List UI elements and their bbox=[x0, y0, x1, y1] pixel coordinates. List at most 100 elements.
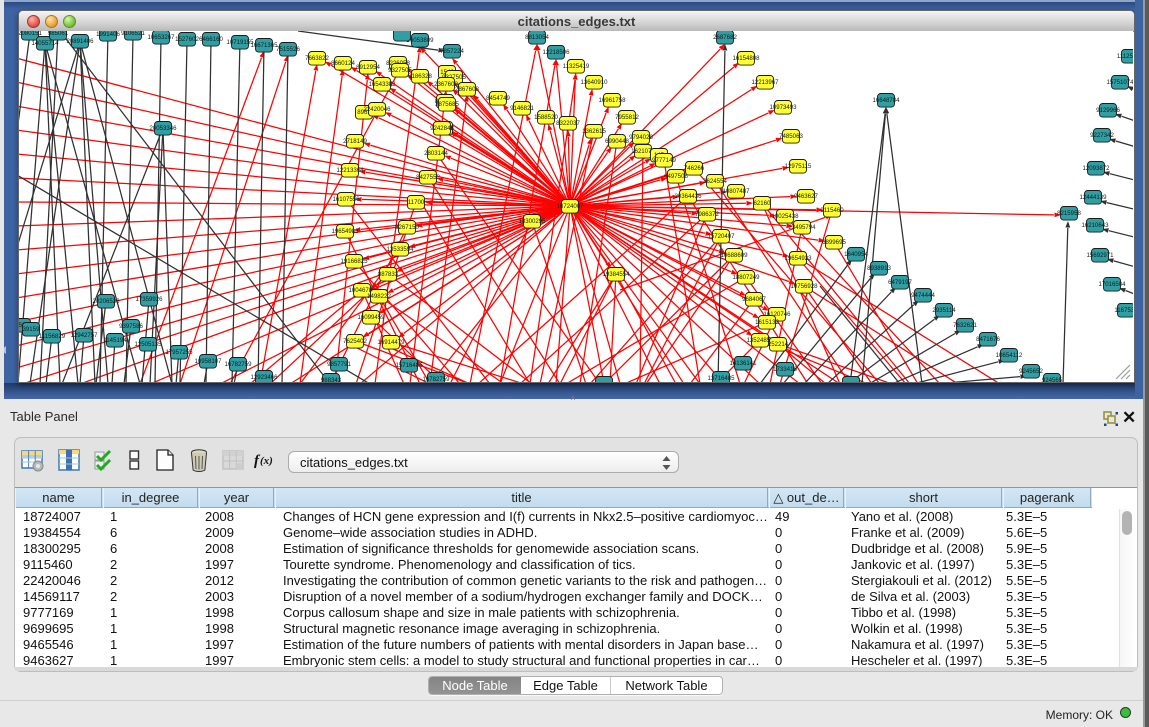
svg-text:6466160: 6466160 bbox=[199, 36, 223, 43]
svg-text:2867608: 2867608 bbox=[455, 86, 479, 93]
svg-text:17359926: 17359926 bbox=[135, 296, 163, 303]
svg-text:18807249: 18807249 bbox=[732, 274, 760, 281]
svg-text:10654112: 10654112 bbox=[996, 352, 1023, 359]
svg-text:10756928: 10756928 bbox=[790, 283, 818, 290]
svg-text:746266: 746266 bbox=[684, 165, 705, 172]
svg-text:8938913: 8938913 bbox=[867, 265, 891, 272]
svg-text:12923466: 12923466 bbox=[250, 374, 278, 381]
svg-text:39159: 39159 bbox=[23, 326, 41, 333]
svg-text:9684067: 9684067 bbox=[742, 296, 766, 303]
svg-text:9106521: 9106521 bbox=[121, 31, 145, 37]
svg-text:8454749: 8454749 bbox=[486, 95, 510, 102]
svg-text:16782759: 16782759 bbox=[224, 361, 252, 368]
svg-text:16648784: 16648784 bbox=[872, 97, 900, 104]
svg-text:15720407: 15720407 bbox=[707, 233, 735, 240]
svg-text:19166825: 19166825 bbox=[340, 258, 368, 265]
svg-text:10025438: 10025438 bbox=[771, 213, 799, 220]
svg-text:12213967: 12213967 bbox=[751, 79, 779, 86]
svg-text:6990448: 6990448 bbox=[605, 138, 629, 145]
svg-text:11325419: 11325419 bbox=[563, 63, 590, 70]
svg-text:1498222: 1498222 bbox=[367, 293, 391, 300]
svg-text:16210643: 16210643 bbox=[1081, 222, 1109, 229]
svg-text:8186328: 8186328 bbox=[408, 73, 432, 80]
svg-text:20364436: 20364436 bbox=[674, 193, 702, 200]
svg-text:1733416: 1733416 bbox=[773, 366, 797, 373]
svg-text:11125419: 11125419 bbox=[1117, 53, 1133, 60]
svg-text:15751074: 15751074 bbox=[1106, 79, 1133, 86]
svg-text:16154808: 16154808 bbox=[732, 55, 760, 62]
svg-text:17957255: 17957255 bbox=[165, 349, 193, 356]
svg-text:16782759: 16782759 bbox=[422, 376, 450, 382]
svg-text:9397586: 9397586 bbox=[119, 323, 143, 330]
svg-text:9227342: 9227342 bbox=[1090, 132, 1114, 139]
svg-text:1167533: 1167533 bbox=[1114, 307, 1133, 314]
svg-text:8215958: 8215958 bbox=[1057, 210, 1081, 217]
svg-text:10653267: 10653267 bbox=[147, 34, 175, 41]
svg-text:1362615: 1362615 bbox=[582, 128, 606, 135]
svg-text:887833: 887833 bbox=[378, 271, 399, 278]
svg-text:12505135: 12505135 bbox=[134, 341, 162, 348]
svg-text:12218506: 12218506 bbox=[542, 49, 570, 56]
svg-text:19654923: 19654923 bbox=[784, 255, 812, 262]
svg-text:62160: 62160 bbox=[754, 200, 772, 207]
svg-text:18724007: 18724007 bbox=[556, 203, 584, 210]
svg-text:12975115: 12975115 bbox=[785, 163, 812, 170]
svg-text:10973493: 10973493 bbox=[769, 104, 797, 111]
svg-text:12444139: 12444139 bbox=[1079, 194, 1107, 201]
svg-text:20053346: 20053346 bbox=[149, 125, 177, 132]
svg-text:2935114: 2935114 bbox=[932, 307, 956, 314]
svg-text:2718149: 2718149 bbox=[343, 138, 367, 145]
svg-text:13640910: 13640910 bbox=[580, 79, 608, 86]
svg-text:19384554: 19384554 bbox=[602, 271, 630, 278]
svg-text:15692971: 15692971 bbox=[1086, 252, 1114, 259]
svg-text:985061: 985061 bbox=[48, 31, 69, 37]
svg-text:15716485: 15716485 bbox=[395, 362, 423, 369]
svg-text:6497508: 6497508 bbox=[664, 173, 688, 180]
svg-text:11700: 11700 bbox=[408, 199, 425, 206]
svg-text:20891406: 20891406 bbox=[66, 38, 94, 45]
svg-text:988343: 988343 bbox=[321, 377, 342, 382]
svg-text:13533594: 13533594 bbox=[386, 246, 414, 253]
svg-text:16543382: 16543382 bbox=[368, 81, 396, 88]
svg-text:11156829: 11156829 bbox=[39, 333, 66, 340]
svg-text:12942757: 12942757 bbox=[70, 332, 98, 339]
svg-text:2687682: 2687682 bbox=[713, 34, 737, 41]
svg-text:1588520: 1588520 bbox=[534, 114, 558, 121]
svg-text:7515526: 7515526 bbox=[276, 46, 300, 53]
svg-text:17016504: 17016504 bbox=[1098, 281, 1126, 288]
svg-text:9463627: 9463627 bbox=[794, 193, 818, 200]
svg-text:19654983: 19654983 bbox=[331, 228, 359, 235]
svg-text:2803144: 2803144 bbox=[424, 150, 448, 157]
svg-text:7485063: 7485063 bbox=[779, 133, 803, 140]
svg-text:9474444: 9474444 bbox=[911, 292, 935, 299]
svg-text:18300295: 18300295 bbox=[518, 218, 546, 225]
svg-text:12093872: 12093872 bbox=[1082, 165, 1110, 172]
svg-text:16671365: 16671365 bbox=[250, 42, 278, 49]
svg-text:8267150: 8267150 bbox=[395, 224, 419, 231]
svg-text:1640954: 1640954 bbox=[844, 251, 868, 258]
svg-text:7625402: 7625402 bbox=[343, 338, 367, 345]
svg-text:16914479: 16914479 bbox=[377, 339, 405, 346]
svg-text:7857224: 7857224 bbox=[440, 48, 464, 55]
svg-text:1615132: 1615132 bbox=[755, 319, 779, 326]
svg-text:14055714: 14055714 bbox=[31, 40, 59, 47]
svg-text:6899695: 6899695 bbox=[822, 239, 846, 246]
svg-text:9794028: 9794028 bbox=[629, 134, 653, 141]
svg-text:9129966: 9129966 bbox=[1096, 107, 1120, 114]
svg-text:7955812: 7955812 bbox=[615, 114, 639, 121]
svg-text:9146821: 9146821 bbox=[510, 105, 534, 112]
svg-text:8660124: 8660124 bbox=[331, 60, 355, 67]
svg-text:1145194: 1145194 bbox=[103, 337, 127, 344]
svg-text:8471676: 8471676 bbox=[976, 336, 1000, 343]
svg-text:16961758: 16961758 bbox=[598, 97, 626, 104]
svg-text:22420046: 22420046 bbox=[363, 106, 391, 113]
svg-text:8813054: 8813054 bbox=[525, 34, 549, 41]
svg-text:924565: 924565 bbox=[1042, 377, 1063, 382]
svg-text:9245652: 9245652 bbox=[1019, 368, 1043, 375]
svg-text:13716485: 13716485 bbox=[707, 375, 735, 382]
svg-text:1991406: 1991406 bbox=[96, 31, 120, 38]
svg-text:1527602: 1527602 bbox=[175, 36, 199, 43]
svg-text:9242848: 9242848 bbox=[430, 125, 454, 132]
svg-text:9777149: 9777149 bbox=[652, 157, 676, 164]
svg-text:16099459: 16099459 bbox=[357, 314, 385, 321]
